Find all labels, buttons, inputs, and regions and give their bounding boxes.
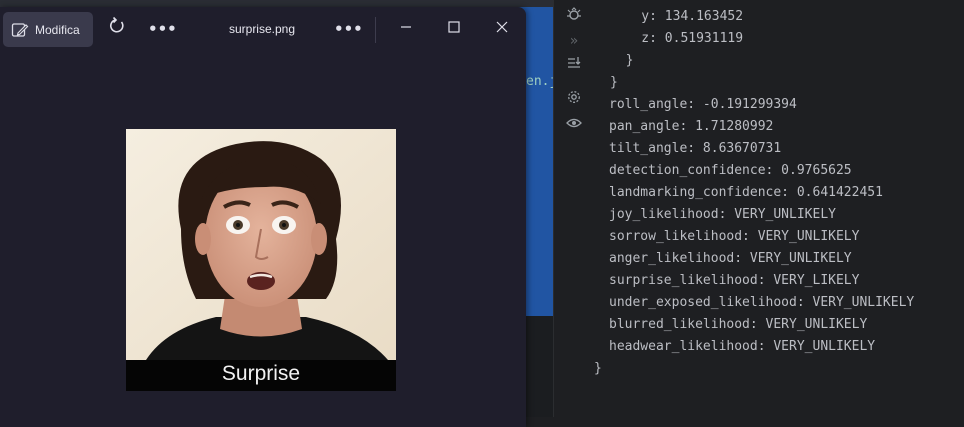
minimize-button[interactable] bbox=[393, 16, 419, 42]
edit-button[interactable]: Modifica bbox=[3, 12, 93, 47]
edit-button-label: Modifica bbox=[35, 22, 80, 37]
image-caption: Surprise bbox=[221, 362, 301, 385]
console-line: z: 0.51931119 bbox=[610, 31, 744, 46]
console-tool-rail: » bbox=[553, 0, 594, 417]
console-line: detection_confidence: 0.9765625 bbox=[609, 163, 852, 178]
close-button[interactable] bbox=[489, 16, 515, 42]
minimize-icon bbox=[401, 26, 411, 28]
console-line: } bbox=[610, 53, 634, 68]
console-line: anger_likelihood: VERY_UNLIKELY bbox=[609, 251, 852, 266]
rotate-icon bbox=[110, 16, 124, 33]
photo-viewer-window: Modifica ••• surprise.png ••• Surprise bbox=[0, 7, 526, 427]
console-line: blurred_likelihood: VERY_UNLIKELY bbox=[609, 317, 868, 332]
more-options-icon[interactable]: ••• bbox=[148, 16, 177, 42]
double-chevron-icon[interactable]: » bbox=[564, 31, 584, 51]
ide-top-strip bbox=[0, 0, 553, 7]
console-line: landmarking_confidence: 0.641422451 bbox=[609, 185, 883, 200]
surprised-face-photo bbox=[126, 129, 396, 360]
console-line: } bbox=[610, 75, 618, 90]
titlebar-divider bbox=[375, 17, 376, 43]
edit-image-icon bbox=[11, 22, 29, 37]
console-line: surprise_likelihood: VERY_LIKELY bbox=[609, 273, 860, 288]
displayed-photo: Surprise bbox=[126, 129, 396, 391]
maximize-button[interactable] bbox=[441, 16, 467, 42]
viewer-titlebar: Modifica ••• surprise.png ••• bbox=[0, 7, 526, 53]
console-output: y: 134.163452 z: 0.51931119 } } roll_ang… bbox=[594, 0, 964, 417]
eye-icon[interactable] bbox=[564, 115, 584, 135]
scroll-down-icon[interactable] bbox=[564, 55, 584, 75]
console-line: tilt_angle: 8.63670731 bbox=[609, 141, 782, 156]
file-name: surprise.png bbox=[228, 22, 296, 36]
gear-icon[interactable] bbox=[564, 89, 584, 109]
console-line: sorrow_likelihood: VERY_UNLIKELY bbox=[609, 229, 860, 244]
more-actions-icon[interactable]: ••• bbox=[334, 16, 363, 42]
console-line: roll_angle: -0.191299394 bbox=[609, 97, 797, 112]
console-line: under_exposed_likelihood: VERY_UNLIKELY bbox=[609, 295, 915, 310]
console-line: y: 134.163452 bbox=[610, 9, 744, 24]
console-line: pan_angle: 1.71280992 bbox=[609, 119, 774, 134]
ide-panel-edge bbox=[526, 316, 553, 417]
maximize-icon bbox=[448, 21, 460, 33]
console-line: joy_likelihood: VERY_UNLIKELY bbox=[609, 207, 836, 222]
bug-icon[interactable] bbox=[564, 6, 584, 26]
console-line: } bbox=[594, 361, 602, 376]
close-icon bbox=[496, 21, 508, 33]
rotate-button[interactable] bbox=[104, 16, 130, 42]
console-line: headwear_likelihood: VERY_UNLIKELY bbox=[609, 339, 876, 354]
